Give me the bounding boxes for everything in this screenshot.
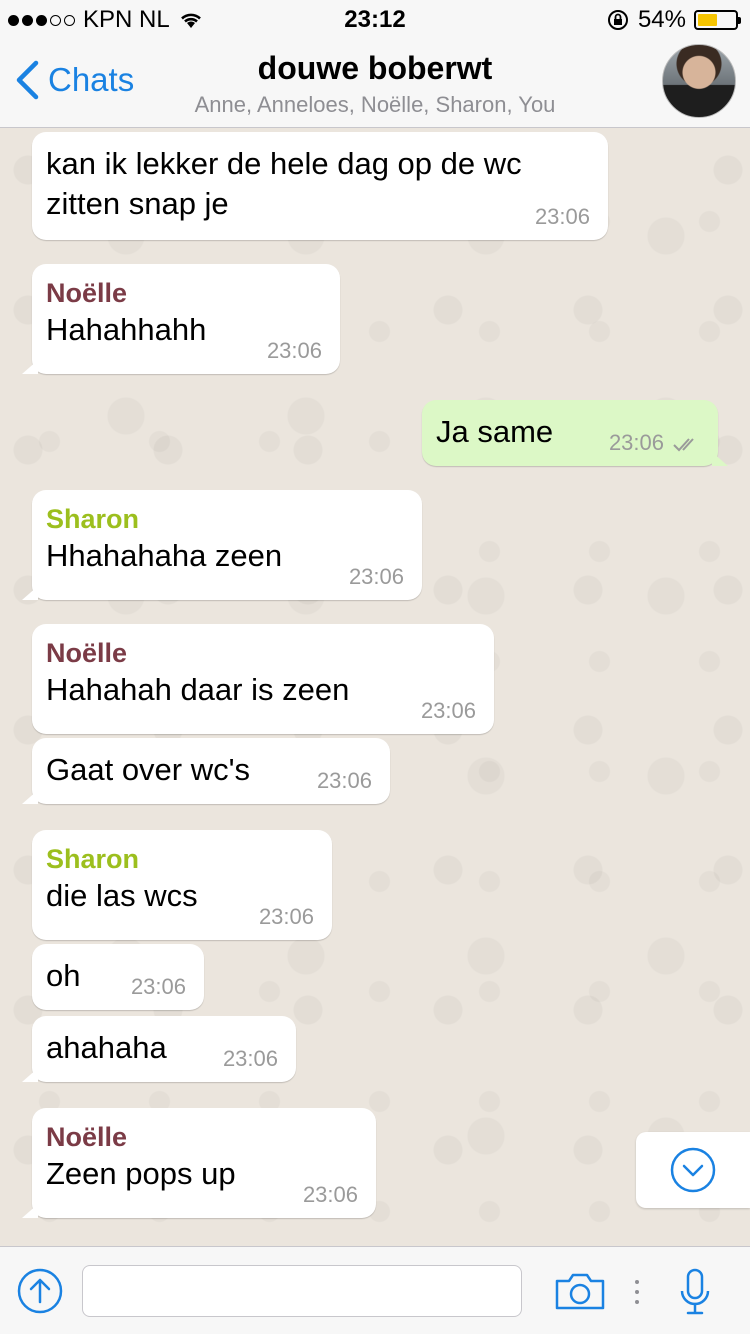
double-check-icon <box>673 438 694 452</box>
chat-header: Chats douwe boberwt Anne, Anneloes, Noël… <box>0 40 750 128</box>
message-bubble[interactable]: kan ik lekker de hele dag op de wc zitte… <box>32 132 608 240</box>
rotation-lock-icon <box>607 10 628 30</box>
group-members[interactable]: Anne, Anneloes, Noëlle, Sharon, You <box>140 92 610 118</box>
sender-name[interactable]: Noëlle <box>46 276 326 310</box>
message-bubble[interactable]: Noëlle Hahahah daar is zeen 23:06 <box>32 624 494 734</box>
message-bubble[interactable]: ahahaha 23:06 <box>22 1016 296 1082</box>
message-bubble[interactable]: Noëlle Hahahhahh 23:06 <box>22 264 340 374</box>
message-input[interactable] <box>82 1265 522 1317</box>
status-right: 54% <box>606 6 741 34</box>
arrow-up-circle-icon[interactable] <box>16 1267 64 1315</box>
microphone-icon[interactable] <box>678 1267 712 1317</box>
battery-icon <box>694 10 741 30</box>
chevron-left-icon <box>16 60 39 100</box>
message-time: 23:06 <box>266 338 322 363</box>
avatar[interactable] <box>662 44 736 118</box>
back-label: Chats <box>48 61 135 98</box>
message-bubble[interactable]: Sharon Hhahahaha zeen 23:06 <box>22 490 422 600</box>
message-bubble[interactable]: Noëlle Zeen pops up 23:06 <box>22 1108 376 1218</box>
back-button[interactable]: Chats <box>14 60 134 100</box>
message-time: 23:06 <box>130 974 186 999</box>
scroll-to-bottom-button[interactable] <box>636 1132 750 1208</box>
message-text: Hahahah daar is zeen <box>46 672 350 707</box>
message-time: 23:06 <box>316 768 372 793</box>
message-text: kan ik lekker de hele dag op de wc zitte… <box>46 146 522 221</box>
sender-name[interactable]: Sharon <box>46 502 408 536</box>
message-bubble[interactable]: Gaat over wc's 23:06 <box>22 738 390 804</box>
message-time: 23:06 <box>302 1182 358 1207</box>
message-time: 23:06 <box>258 904 314 929</box>
message-time: 23:06 <box>608 430 664 455</box>
message-bubble[interactable]: Sharon die las wcs 23:06 <box>32 830 332 940</box>
message-time: 23:06 <box>534 204 590 229</box>
battery-percent: 54% <box>637 6 686 33</box>
vertical-dots-icon[interactable] <box>632 1277 642 1307</box>
message-bubble-outgoing[interactable]: Ja same 23:06 <box>422 400 728 466</box>
message-time: 23:06 <box>222 1046 278 1071</box>
status-bar: KPN NL 23:12 54% <box>0 0 750 40</box>
camera-icon[interactable] <box>554 1271 606 1311</box>
chat-title[interactable]: douwe boberwt <box>150 50 600 87</box>
sender-name[interactable]: Sharon <box>46 842 318 876</box>
message-time: 23:06 <box>420 698 476 723</box>
message-time: 23:06 <box>348 564 404 589</box>
message-bubble[interactable]: oh 23:06 <box>32 944 204 1010</box>
chevron-down-circle-icon <box>670 1147 716 1193</box>
battery-level <box>698 14 717 26</box>
sender-name[interactable]: Noëlle <box>46 1120 362 1154</box>
sender-name[interactable]: Noëlle <box>46 636 480 670</box>
input-bar <box>0 1246 750 1334</box>
